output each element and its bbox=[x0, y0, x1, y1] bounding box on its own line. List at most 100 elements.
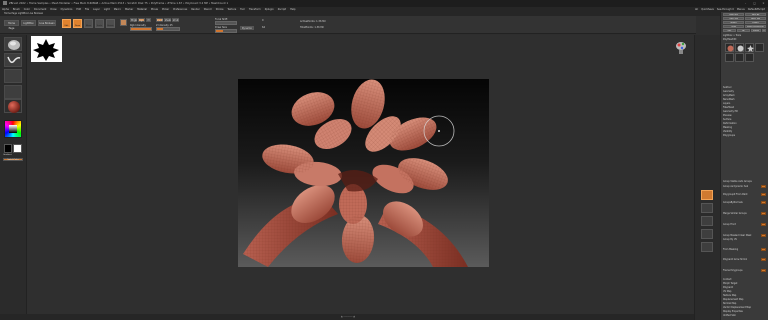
menu-contact[interactable]: Contact bbox=[723, 278, 767, 281]
polygroupit-toggle[interactable] bbox=[761, 193, 766, 196]
bottom-shelf[interactable]: ▲ ─────── ▲ bbox=[0, 314, 696, 320]
group-front-toggle[interactable] bbox=[761, 223, 766, 226]
maximize-button[interactable]: □ bbox=[750, 0, 759, 7]
zoom-view-button[interactable] bbox=[701, 216, 713, 226]
menu-morph-target[interactable]: Morph Target bbox=[723, 282, 767, 285]
tool-thumb-5[interactable] bbox=[725, 53, 734, 62]
menu-texture-map[interactable]: Texture Map bbox=[723, 294, 767, 297]
dynamic-button[interactable]: Dynamic bbox=[240, 26, 254, 30]
draw-size-slider[interactable] bbox=[215, 29, 237, 33]
scale-mode-button[interactable]: Scale bbox=[95, 19, 104, 28]
groups-by-normals-toggle[interactable] bbox=[761, 201, 766, 204]
menu-nanomesh[interactable]: NanoMesh bbox=[723, 98, 767, 101]
model-canvas[interactable] bbox=[238, 79, 489, 267]
load-tool-button[interactable]: Load Tool bbox=[723, 13, 744, 16]
secondary-color-swatch[interactable] bbox=[13, 144, 22, 153]
tool-thumb-1[interactable] bbox=[725, 43, 734, 52]
export-button[interactable]: Export bbox=[745, 21, 766, 24]
menu-subtool[interactable]: Subtool bbox=[723, 86, 767, 89]
zadd-button[interactable]: Zadd bbox=[156, 18, 163, 22]
navigation-gizmo[interactable] bbox=[674, 40, 688, 56]
menu-deformation[interactable]: Deformation bbox=[723, 122, 767, 125]
menu-arraymesh[interactable]: ArrayMesh bbox=[723, 94, 767, 97]
from-masking-toggle[interactable] bbox=[761, 248, 766, 251]
import-button[interactable]: Import bbox=[723, 21, 744, 24]
star-thumb-icon bbox=[747, 45, 754, 52]
edit-mode-button[interactable]: Edit bbox=[62, 19, 71, 28]
menu-display-properties[interactable]: Display Properties bbox=[723, 310, 767, 313]
rgb-intensity-slider[interactable] bbox=[130, 27, 152, 31]
z-intensity-slider[interactable] bbox=[156, 27, 180, 31]
clone-button[interactable]: Clone bbox=[723, 25, 744, 28]
goz-r-button[interactable]: R bbox=[762, 29, 766, 32]
tool-thumb-3[interactable] bbox=[745, 43, 754, 52]
rotate-mode-button[interactable]: Rotate bbox=[106, 19, 115, 28]
close-button[interactable]: × bbox=[759, 0, 768, 7]
tool-thumb-7[interactable] bbox=[745, 53, 754, 62]
menu-unified-skin[interactable]: Unified Skin bbox=[723, 314, 767, 317]
make-polymesh-button[interactable]: Make PolyMesh3D bbox=[745, 25, 766, 28]
menu-surface[interactable]: Surface bbox=[723, 118, 767, 121]
rgb-button[interactable]: Rgb bbox=[138, 18, 145, 22]
menu-uv-map[interactable]: UV Map bbox=[723, 290, 767, 293]
zcut-button[interactable]: Zcut bbox=[172, 18, 179, 22]
merge-groups-toggle[interactable] bbox=[761, 212, 766, 215]
main-color-swatch[interactable] bbox=[4, 144, 12, 153]
menu-vector-displacement-map[interactable]: Vector Displacement Map bbox=[723, 306, 767, 309]
material-button[interactable] bbox=[4, 99, 22, 113]
color-picker[interactable] bbox=[4, 120, 22, 138]
menu-polypaint[interactable]: Polypaint bbox=[723, 286, 767, 289]
home-page-button[interactable]: Home Page bbox=[4, 20, 19, 30]
right-shelf bbox=[694, 35, 720, 320]
menu-fibermesh[interactable]: FiberMesh bbox=[723, 106, 767, 109]
switch-color-button[interactable]: SwitchColor bbox=[3, 158, 23, 161]
lightbox-button[interactable]: LightBox bbox=[21, 20, 36, 26]
mrgb-button[interactable]: Mrgb bbox=[130, 18, 137, 22]
goz-button[interactable]: GoZ bbox=[723, 29, 736, 32]
move-view-button[interactable] bbox=[701, 203, 713, 213]
stroke-button[interactable] bbox=[4, 53, 22, 67]
polypaint-toggle[interactable] bbox=[761, 258, 766, 261]
goz-all-button[interactable]: All bbox=[737, 29, 750, 32]
menu-visibility[interactable]: Visibility bbox=[723, 130, 767, 133]
rotate-view-button[interactable] bbox=[701, 229, 713, 239]
tool-thumb-4[interactable] bbox=[755, 43, 764, 52]
group-by-uv-row[interactable]: Group By UV bbox=[723, 238, 767, 241]
minimize-button[interactable]: – bbox=[741, 0, 750, 7]
draw-mode-button[interactable]: Draw bbox=[73, 19, 82, 28]
live-boolean-button[interactable]: Live Boolean bbox=[38, 20, 56, 26]
texture-button[interactable] bbox=[4, 85, 22, 99]
copy-tool-button[interactable]: Copy Tool bbox=[723, 17, 744, 20]
m-button[interactable]: M bbox=[146, 18, 151, 22]
lightbox-tools-link[interactable]: Lightbox > Tools bbox=[723, 34, 767, 37]
gradient-label[interactable]: Gradient bbox=[3, 154, 12, 156]
menu-masking[interactable]: Masking bbox=[723, 126, 767, 129]
menu-polygroups[interactable]: Polygroups bbox=[723, 134, 767, 137]
material-swatch-button[interactable] bbox=[120, 19, 127, 26]
color-picker-square[interactable] bbox=[9, 125, 17, 133]
frame-button[interactable] bbox=[701, 190, 713, 200]
group-dynamic-toggle[interactable] bbox=[761, 185, 766, 188]
save-as-button[interactable]: Save As bbox=[745, 13, 766, 16]
group-masked-toggle[interactable] bbox=[761, 234, 766, 237]
move-mode-button[interactable]: Move bbox=[84, 19, 93, 28]
tool-thumb-2[interactable] bbox=[735, 43, 744, 52]
stencil-alpha-preview bbox=[31, 36, 62, 62]
menu-displacement-map[interactable]: Displacement Map bbox=[723, 298, 767, 301]
menu-layers[interactable]: Layers bbox=[723, 102, 767, 105]
brush-button[interactable] bbox=[4, 37, 22, 51]
frame-polygroups-toggle[interactable] bbox=[761, 269, 766, 272]
goz-visible-button[interactable]: Visible bbox=[751, 29, 761, 32]
menu-normal-map[interactable]: Normal Map bbox=[723, 302, 767, 305]
group-visible-row[interactable]: Group Visible Auto Groups bbox=[723, 180, 767, 183]
tool-thumb-6[interactable] bbox=[735, 53, 744, 62]
paste-tool-button[interactable]: Paste Tool bbox=[745, 17, 766, 20]
alpha-button[interactable] bbox=[4, 69, 22, 83]
menu-geometry[interactable]: Geometry bbox=[723, 90, 767, 93]
menu-preview[interactable]: Preview bbox=[723, 114, 767, 117]
edit-label: Edit bbox=[64, 25, 69, 27]
menu-geometry-hd[interactable]: Geometry HD bbox=[723, 110, 767, 113]
zsub-button[interactable]: Zsub bbox=[164, 18, 171, 22]
focal-shift-slider[interactable] bbox=[215, 21, 237, 25]
polyframe-button[interactable] bbox=[701, 242, 713, 252]
